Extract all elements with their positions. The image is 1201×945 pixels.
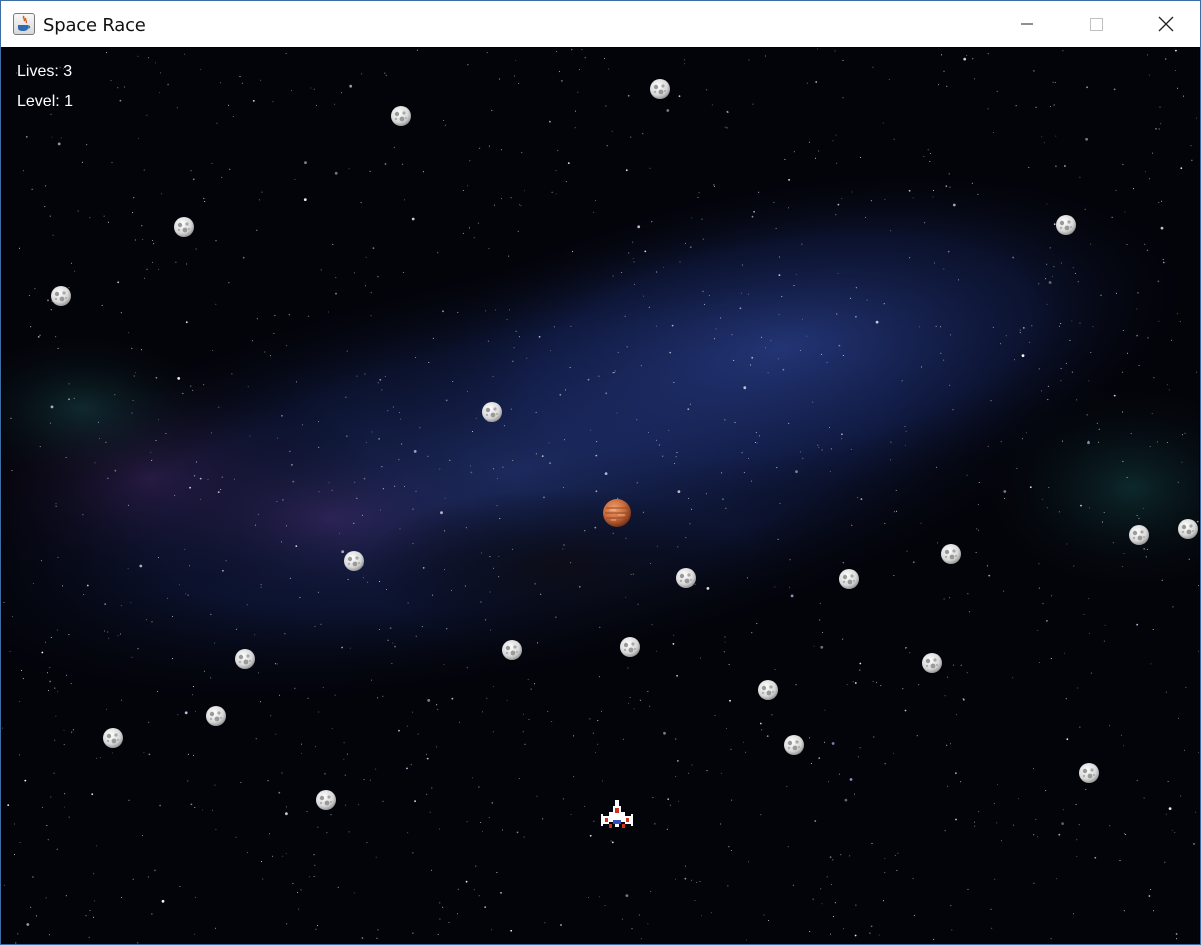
asteroid bbox=[344, 551, 364, 571]
asteroid bbox=[174, 217, 194, 237]
title-bar[interactable]: Space Race bbox=[1, 1, 1200, 47]
asteroid bbox=[235, 649, 255, 669]
maximize-button[interactable] bbox=[1062, 1, 1130, 47]
asteroid bbox=[941, 544, 961, 564]
close-button[interactable] bbox=[1132, 1, 1200, 47]
close-icon bbox=[1158, 16, 1174, 32]
asteroid bbox=[620, 637, 640, 657]
asteroid bbox=[1129, 525, 1149, 545]
asteroid bbox=[316, 790, 336, 810]
asteroid bbox=[1178, 519, 1198, 539]
asteroid bbox=[650, 79, 670, 99]
asteroid bbox=[758, 680, 778, 700]
asteroid bbox=[784, 735, 804, 755]
minimize-icon bbox=[1021, 23, 1033, 25]
asteroid bbox=[103, 728, 123, 748]
asteroid bbox=[482, 402, 502, 422]
lives-counter: Lives: 3 bbox=[17, 63, 73, 80]
asteroid bbox=[502, 640, 522, 660]
asteroid bbox=[51, 286, 71, 306]
asteroid bbox=[1079, 763, 1099, 783]
maximize-icon bbox=[1090, 18, 1103, 31]
asteroid bbox=[676, 568, 696, 588]
asteroid bbox=[1056, 215, 1076, 235]
asteroid bbox=[839, 569, 859, 589]
level-indicator: Level: 1 bbox=[17, 93, 74, 110]
game-canvas[interactable]: Lives: 3 Level: 1 bbox=[2, 48, 1199, 944]
asteroid bbox=[391, 106, 411, 126]
minimize-button[interactable] bbox=[993, 1, 1061, 47]
java-app-icon bbox=[13, 13, 35, 35]
spaceship-icon[interactable] bbox=[599, 798, 635, 832]
game-window: Space Race Lives: 3 Level: 1 bbox=[0, 0, 1201, 945]
asteroid bbox=[922, 653, 942, 673]
planet-icon bbox=[603, 499, 631, 527]
window-title: Space Race bbox=[43, 15, 146, 36]
asteroid bbox=[206, 706, 226, 726]
